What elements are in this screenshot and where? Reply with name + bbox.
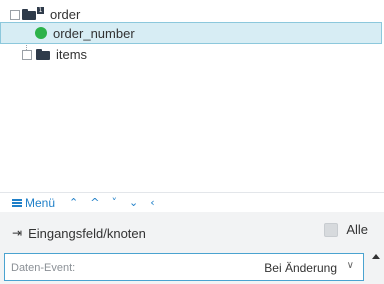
tree-node-label: items (56, 47, 88, 62)
all-toggle[interactable]: Alle (324, 222, 368, 237)
double-chevron-up-icon[interactable]: ⌃ (69, 196, 78, 209)
input-field-label: Eingangsfeld/knoten (28, 225, 146, 241)
tree-node-label: order_number (53, 25, 135, 41)
double-chevron-down-icon[interactable]: ⌄ (129, 196, 138, 209)
expander-icon[interactable] (22, 49, 32, 60)
data-event-value: Bei Änderung (264, 261, 337, 275)
tree-view: 1 order order_number items (0, 0, 384, 190)
folder-icon (36, 49, 50, 60)
chevron-down-icon[interactable]: ˅ (111, 196, 117, 209)
chevron-up-icon[interactable]: ^ (90, 196, 99, 209)
expander-icon[interactable] (10, 9, 20, 20)
tree-node-order-number[interactable]: order_number (0, 22, 382, 44)
menu-label: Menü (25, 195, 56, 210)
data-event-select[interactable]: Daten-Event: Bei Änderung ∨ (4, 253, 364, 281)
data-event-label: Daten-Event: (11, 262, 76, 274)
tree-node-items[interactable]: items (0, 44, 87, 65)
menu-icon (12, 198, 22, 207)
chevron-down-icon[interactable]: ∨ (347, 260, 354, 271)
folder-icon (22, 9, 36, 20)
all-label: Alle (346, 222, 368, 237)
menu-button[interactable]: Menü (12, 196, 55, 210)
status-dot-icon (35, 27, 47, 39)
tree-toolbar: Menü ⌃ ^ ˅ ⌄ ‹ (0, 192, 384, 213)
badge-icon: 1 (37, 7, 44, 14)
tree-node-label: order (50, 7, 81, 22)
all-checkbox[interactable] (324, 222, 339, 237)
scroll-up-icon[interactable] (372, 254, 380, 259)
chevron-left-icon[interactable]: ‹ (150, 196, 154, 209)
sign-in-icon: ⇥ (12, 226, 23, 240)
